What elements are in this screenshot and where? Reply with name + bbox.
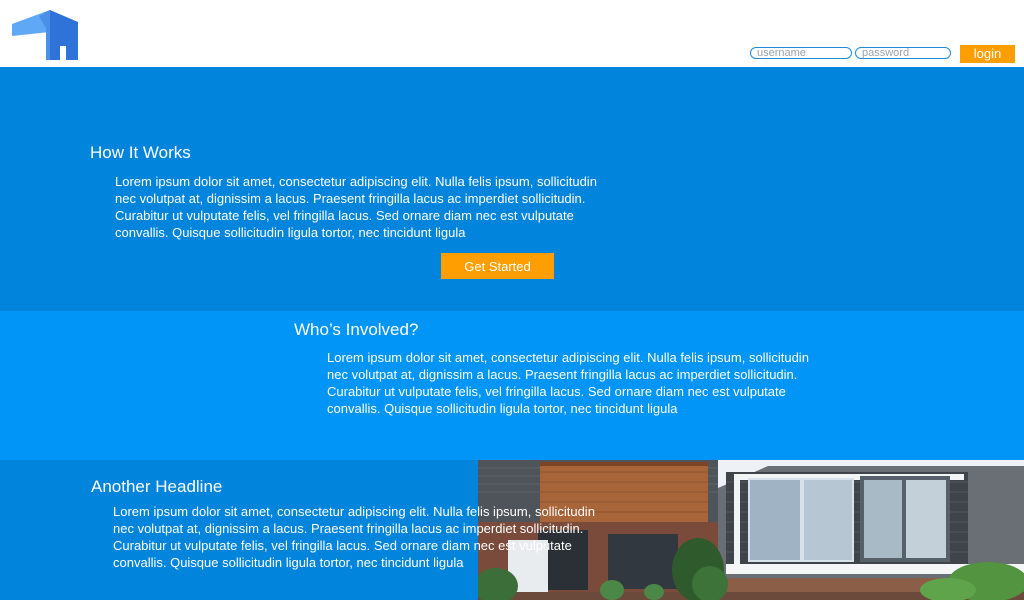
section-body-text: Lorem ipsum dolor sit amet, consectetur … bbox=[327, 350, 809, 416]
login-button[interactable]: login bbox=[960, 45, 1015, 63]
get-started-button[interactable]: Get Started bbox=[441, 253, 554, 279]
section-headline: Who’s Involved? bbox=[294, 320, 419, 339]
section-body-text: Lorem ipsum dolor sit amet, consectetur … bbox=[115, 174, 597, 240]
username-input[interactable] bbox=[750, 47, 852, 59]
whos-involved-section: Who’s Involved? Lorem ipsum dolor sit am… bbox=[0, 311, 1024, 460]
section-headline: Another Headline bbox=[91, 477, 223, 496]
top-header: login bbox=[0, 0, 1024, 67]
password-input[interactable] bbox=[855, 47, 951, 59]
house-logo-icon[interactable] bbox=[12, 10, 80, 60]
another-headline-section: Another Headline Lorem ipsum dolor sit a… bbox=[0, 460, 1024, 600]
section-headline: How It Works bbox=[90, 143, 191, 162]
section-body-text: Lorem ipsum dolor sit amet, consectetur … bbox=[113, 504, 595, 570]
how-it-works-section: How It Works Lorem ipsum dolor sit amet,… bbox=[0, 67, 1024, 311]
